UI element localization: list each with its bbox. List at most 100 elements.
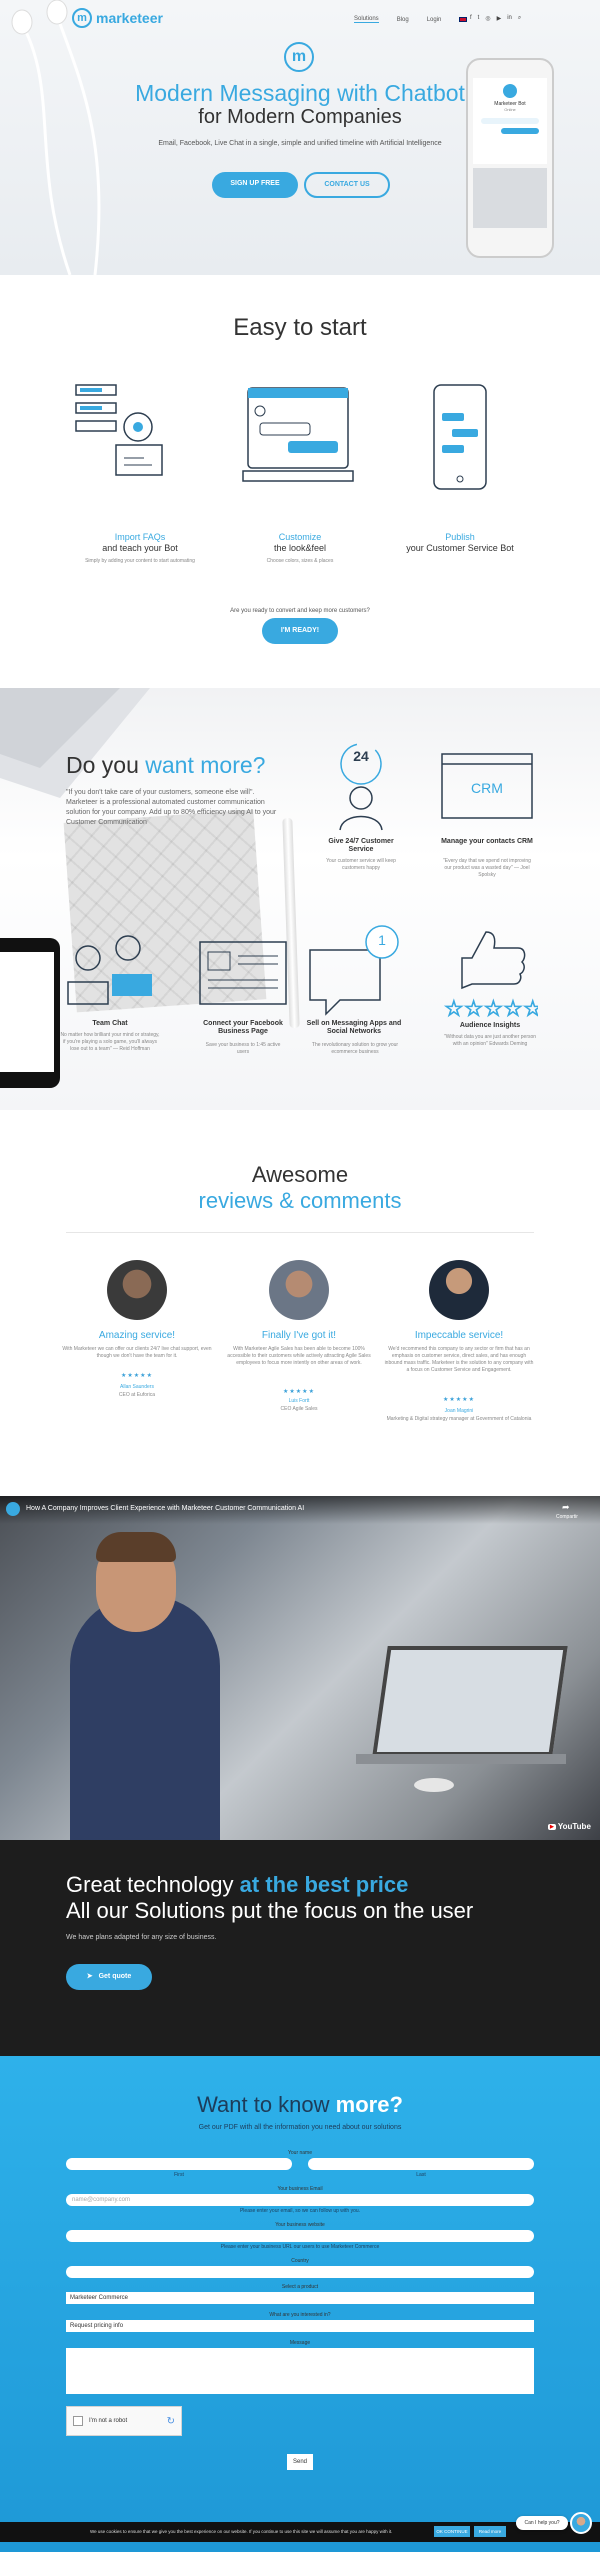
feature-messaging-title: Sell on Messaging Apps and Social Networ… xyxy=(306,1020,402,1035)
video-player[interactable]: How A Company Improves Client Experience… xyxy=(0,1496,600,1840)
avatar xyxy=(269,1260,329,1320)
website-label: Your business website xyxy=(275,2222,325,2228)
hero-title-line2: for Modern Companies xyxy=(198,106,402,128)
chat-bubble xyxy=(481,118,539,124)
step-import-desc: Simply by adding your content to start a… xyxy=(85,558,195,564)
share-icon[interactable]: ➦ xyxy=(562,1502,570,1513)
step-publish-title-b: your Customer Service Bot xyxy=(406,543,514,553)
chat-widget-bubble[interactable]: Can I help you? xyxy=(516,2516,568,2530)
share-label[interactable]: Compartir xyxy=(556,1514,578,1520)
review-1-text: With Marketeer we can offer our clients … xyxy=(62,1346,212,1359)
feature-facebook-title: Connect your Facebook Business Page xyxy=(203,1020,283,1035)
form-subtitle: Get our PDF with all the information you… xyxy=(198,2124,402,2131)
recaptcha-label: I'm not a robot xyxy=(89,2418,128,2424)
country-label: Country xyxy=(291,2258,309,2264)
feature-insights-title: Audience Insights xyxy=(459,1022,521,1029)
name-label: Your name xyxy=(288,2150,312,2156)
avatar xyxy=(107,1260,167,1320)
send-button[interactable]: Send xyxy=(287,2454,313,2470)
instagram-icon[interactable]: ◎ xyxy=(485,15,490,22)
form-title: Want to know more? xyxy=(0,2092,600,2118)
signup-button[interactable]: SIGN UP FREE xyxy=(212,172,298,198)
phone-screen: Marketeer Bot Online xyxy=(473,78,547,164)
email-label: Your business Email xyxy=(277,2186,323,2192)
linkedin-icon[interactable]: in xyxy=(507,15,512,22)
ready-button[interactable]: I'M READY! xyxy=(262,618,338,644)
feature-team-chat-title: Team Chat xyxy=(92,1020,128,1027)
feature-24-7-desc: Your customer service will keep customer… xyxy=(326,858,396,871)
feature-crm-desc: "Every day that we spend not improving o… xyxy=(443,858,531,878)
search-icon[interactable]: ⌕ xyxy=(518,15,521,22)
step-customize-title-a: Customize xyxy=(278,532,322,542)
feature-24-7-title: Give 24/7 Customer Service xyxy=(328,838,394,853)
phone-mockup: Marketeer Bot Online xyxy=(466,58,554,258)
youtube-icon[interactable]: ▶ xyxy=(497,15,502,22)
phone-keyboard xyxy=(473,168,547,228)
bot-avatar xyxy=(503,84,517,98)
video-laptop-base xyxy=(356,1754,566,1764)
earphones-decoration xyxy=(11,0,101,275)
phone-decoration xyxy=(0,938,60,1088)
ready-question: Are you ready to convert and keep more c… xyxy=(230,608,370,614)
step-import-title-b: and teach your Bot xyxy=(102,543,178,553)
product-select[interactable]: Marketeer Commerce xyxy=(66,2292,534,2304)
review-2-stars: ★★★★★ xyxy=(283,1389,315,1395)
interest-select[interactable]: Request pricing info xyxy=(66,2320,534,2332)
nav-login[interactable]: Login xyxy=(427,17,442,23)
more-title-blue: want more? xyxy=(145,752,266,778)
first-name-input[interactable] xyxy=(66,2158,292,2170)
review-3-role: Marketing & Digital strategy manager at … xyxy=(386,1416,532,1422)
reviews-title-line2: reviews & comments xyxy=(198,1188,402,1213)
video-title[interactable]: How A Company Improves Client Experience… xyxy=(26,1505,304,1512)
chat-widget-avatar[interactable] xyxy=(570,2512,592,2534)
email-input[interactable]: name@company.com xyxy=(66,2194,534,2206)
reviews-title: Awesome xyxy=(251,1162,349,1187)
cookie-ok-button[interactable]: OK CONTINUE xyxy=(434,2526,470,2537)
recaptcha-checkbox[interactable] xyxy=(73,2416,83,2426)
review-1-role: CEO at Euforica xyxy=(118,1392,156,1398)
step-publish-title-a: Publish xyxy=(445,532,475,542)
review-3-stars: ★★★★★ xyxy=(443,1397,475,1403)
video-laptop xyxy=(372,1646,568,1756)
recaptcha-icon: ↻ xyxy=(166,2415,175,2427)
country-select[interactable] xyxy=(66,2266,534,2278)
facebook-icon[interactable]: f xyxy=(470,15,472,22)
svg-text:☆☆☆☆☆: ☆☆☆☆☆ xyxy=(444,997,538,1018)
logo-text: marketeer xyxy=(96,10,163,26)
first-name-hint: First xyxy=(174,2172,184,2178)
phone-chat-status: Online xyxy=(504,107,516,112)
video-person-body xyxy=(70,1596,220,1840)
nav-blog[interactable]: Blog xyxy=(397,17,409,23)
reviews-divider xyxy=(66,1232,534,1233)
avatar xyxy=(429,1260,489,1320)
pricing-subtitle: We have plans adapted for any size of bu… xyxy=(66,1934,217,1941)
team-chat-illustration xyxy=(67,935,152,1005)
review-2-title: Finally I've got it! xyxy=(261,1330,337,1341)
more-title-plain: Do you xyxy=(66,752,139,778)
logo[interactable]: m marketeer xyxy=(72,8,163,28)
last-name-input[interactable] xyxy=(308,2158,534,2170)
message-textarea[interactable] xyxy=(66,2348,534,2394)
nav-solutions[interactable]: Solutions xyxy=(354,16,379,23)
review-2-role: CEO Agile Sales xyxy=(280,1406,318,1412)
more-text: "If you don't take care of your customer… xyxy=(66,789,277,826)
get-quote-label: Get quote xyxy=(98,1973,132,1980)
pricing-blue: at the best price xyxy=(239,1872,409,1897)
step-customize-title-b: the look&feel xyxy=(273,543,327,553)
form-title-plain: Want to know xyxy=(197,2092,330,2117)
step-import: Import FAQs and teach your Bot xyxy=(60,532,220,554)
channel-avatar[interactable] xyxy=(6,1502,20,1516)
product-label: Select a product xyxy=(281,2284,319,2290)
website-input[interactable] xyxy=(66,2230,534,2242)
contact-button[interactable]: CONTACT US xyxy=(304,172,390,198)
hero-subtitle: Email, Facebook, Live Chat in a single, … xyxy=(158,140,442,147)
uk-flag-icon[interactable] xyxy=(459,17,468,22)
get-quote-button[interactable]: ➤ Get quote xyxy=(66,1964,152,1990)
crm-label: CRM xyxy=(471,780,503,796)
message-label: Message xyxy=(289,2340,311,2346)
youtube-brand[interactable]: ▶ YouTube xyxy=(548,1822,591,1831)
twitter-icon[interactable]: t xyxy=(478,15,480,22)
cookie-read-more-button[interactable]: Read more xyxy=(474,2526,506,2537)
facebook-page-illustration xyxy=(199,941,287,1005)
feature-messaging-desc: The revolutionary solution to grow your … xyxy=(311,1042,399,1055)
